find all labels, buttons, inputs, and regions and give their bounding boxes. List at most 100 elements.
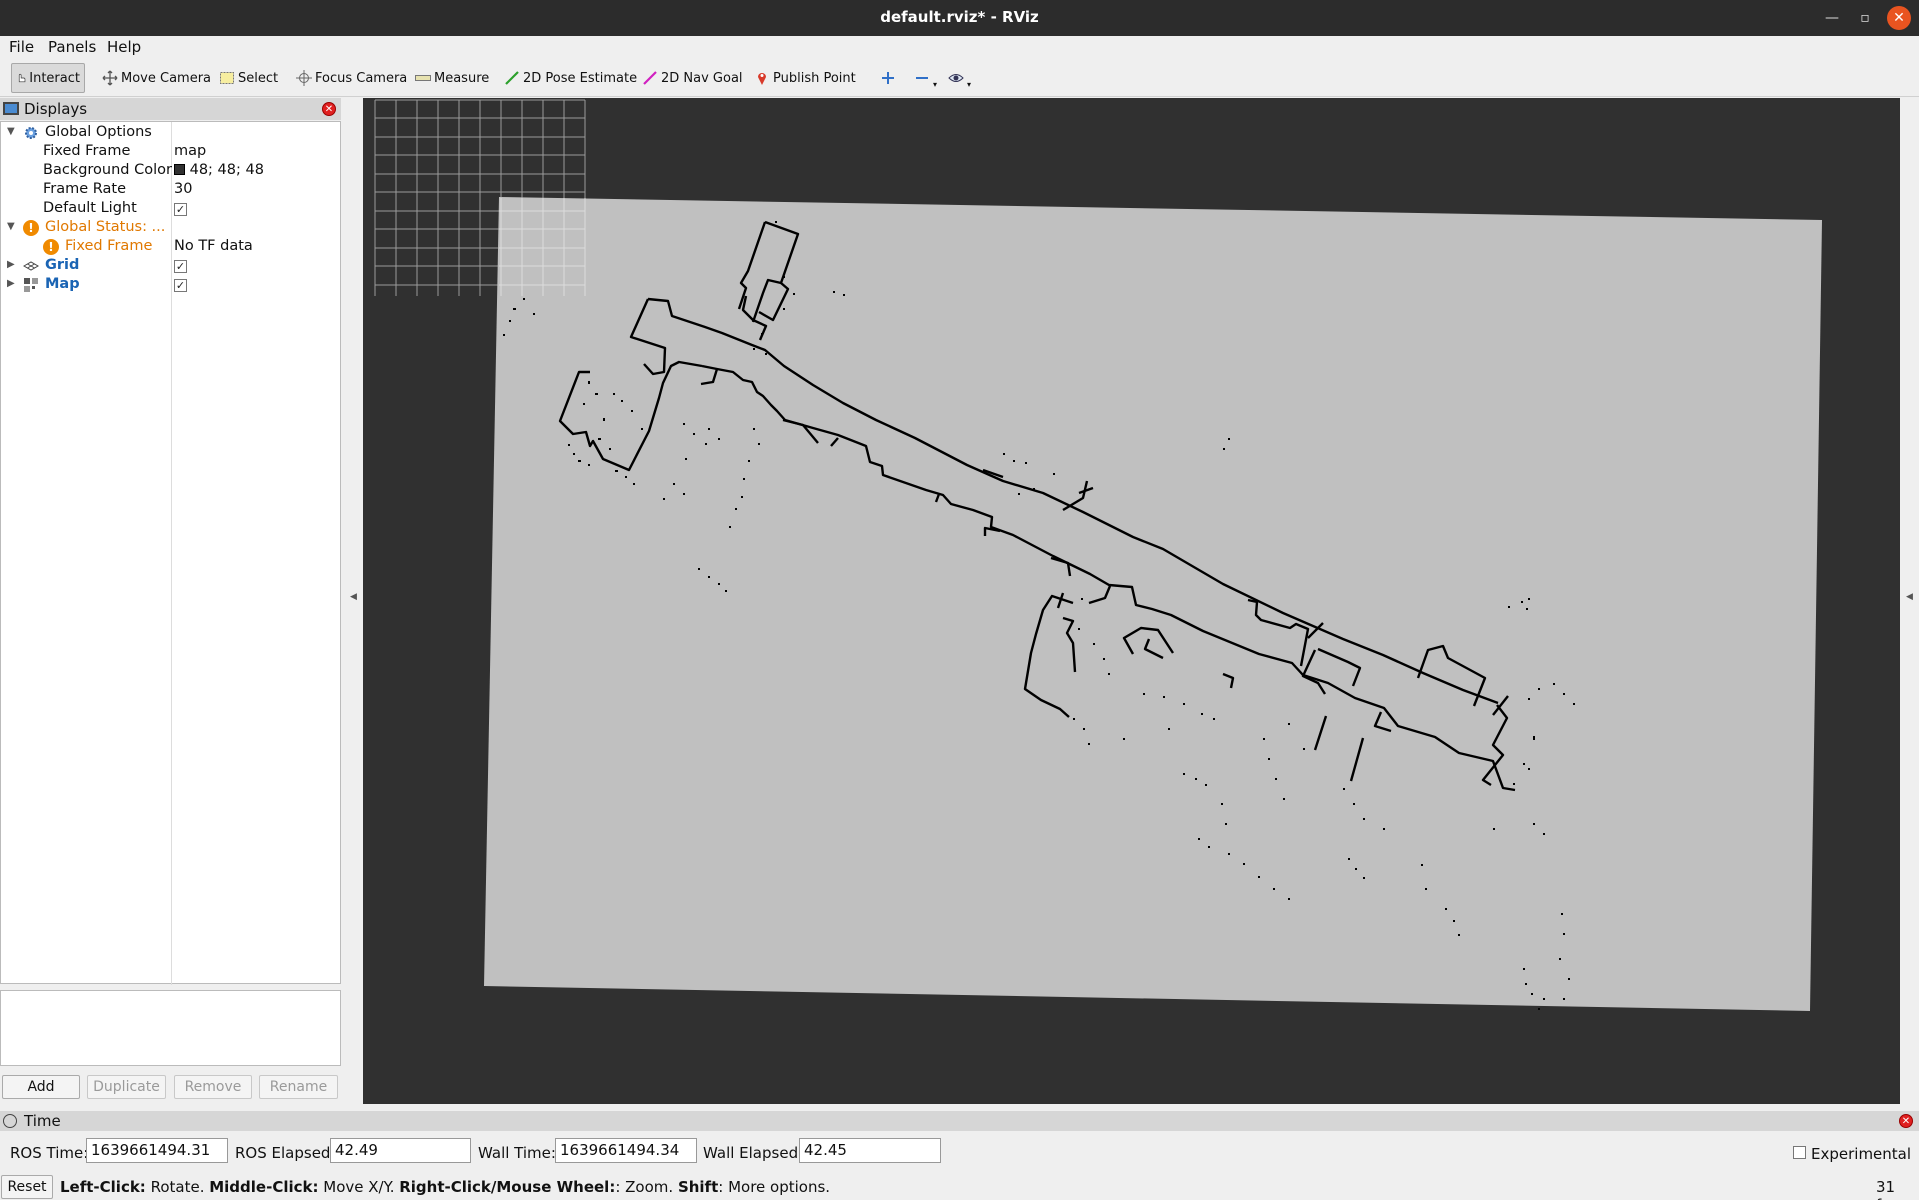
close-panel-icon[interactable]: ✕ bbox=[322, 102, 336, 116]
gear-icon bbox=[25, 127, 37, 139]
fixed-frame-value[interactable]: map bbox=[174, 143, 206, 159]
focus-camera-label: Focus Camera bbox=[315, 70, 408, 86]
wall-time-field[interactable]: 1639661494.34 bbox=[555, 1138, 697, 1163]
plus-icon bbox=[882, 72, 894, 84]
remove-button[interactable]: Remove bbox=[174, 1075, 252, 1099]
remove-tool-button[interactable]: ▾ bbox=[910, 63, 941, 93]
window-title: default.rviz* - RViz bbox=[880, 8, 1039, 26]
displays-tree: ▼ Global Options Fixed Frame map Backgro… bbox=[0, 121, 341, 985]
expand-arrow-icon[interactable]: ▼ bbox=[7, 126, 15, 137]
title-bar: default.rviz* - RViz — ▫ ✕ bbox=[0, 0, 1919, 36]
displays-title: Displays bbox=[24, 100, 88, 118]
rename-button[interactable]: Rename bbox=[259, 1075, 338, 1099]
dropdown-arrow-icon: ▾ bbox=[933, 79, 938, 89]
wall-elapsed-label: Wall Elapsed: bbox=[703, 1144, 804, 1162]
ros-elapsed-field[interactable]: 42.49 bbox=[330, 1138, 471, 1163]
wall-elapsed-field[interactable]: 42.45 bbox=[799, 1138, 941, 1163]
left-splitter[interactable]: ◀ bbox=[342, 98, 362, 1108]
menu-file[interactable]: File bbox=[9, 38, 34, 56]
reset-button[interactable]: Reset bbox=[1, 1175, 53, 1199]
dropdown-arrow-icon: ▾ bbox=[967, 79, 972, 89]
interact-tool-button[interactable]: Interact bbox=[11, 63, 85, 93]
move-camera-tool-button[interactable]: Move Camera bbox=[98, 63, 215, 93]
duplicate-button[interactable]: Duplicate bbox=[87, 1075, 166, 1099]
tree-item-map[interactable]: ▶ Map ✓ bbox=[1, 276, 340, 295]
monitor-icon bbox=[3, 102, 19, 115]
hint-middle-click: Middle-Click: bbox=[209, 1178, 319, 1196]
right-splitter[interactable]: ◀ bbox=[1900, 98, 1919, 1108]
grid-label: Grid bbox=[45, 257, 80, 273]
menu-bar: File Panels Help bbox=[0, 36, 1919, 59]
time-panel-header: Time ✕ bbox=[0, 1111, 1919, 1131]
crosshair-icon bbox=[296, 70, 312, 86]
status-fixed-frame-label: Fixed Frame bbox=[65, 238, 153, 254]
map-pin-icon bbox=[758, 73, 766, 85]
background-color-field[interactable]: 48; 48; 48 bbox=[174, 162, 264, 178]
magenta-arrow-icon bbox=[643, 71, 657, 85]
collapse-arrow-icon[interactable]: ▶ bbox=[7, 259, 15, 270]
warning-icon: ! bbox=[43, 239, 59, 255]
toolbar: Interact Move Camera Select Focus Camera… bbox=[0, 59, 1919, 97]
select-tool-button[interactable]: Select bbox=[215, 63, 282, 93]
default-light-label: Default Light bbox=[43, 200, 137, 216]
close-window-button[interactable]: ✕ bbox=[1887, 6, 1911, 30]
view-tool-button[interactable]: ▾ bbox=[944, 63, 975, 93]
add-button[interactable]: Add bbox=[2, 1075, 80, 1099]
hint-shift-desc: : More options. bbox=[718, 1178, 831, 1196]
grid-checkbox[interactable]: ✓ bbox=[174, 259, 187, 273]
grid-icon bbox=[23, 261, 39, 271]
maximize-button[interactable]: ▫ bbox=[1853, 6, 1877, 30]
background-color-value: 48; 48; 48 bbox=[189, 162, 264, 178]
fps-counter: 31 fps bbox=[1876, 1178, 1899, 1200]
experimental-checkbox[interactable] bbox=[1793, 1146, 1806, 1159]
tree-item-status-fixed-frame[interactable]: ! Fixed Frame No TF data bbox=[1, 238, 340, 257]
publish-point-label: Publish Point bbox=[773, 70, 856, 86]
interact-label: Interact bbox=[29, 70, 80, 86]
tree-item-frame-rate[interactable]: Frame Rate 30 bbox=[1, 181, 340, 200]
pose-estimate-tool-button[interactable]: 2D Pose Estimate bbox=[500, 63, 641, 93]
collapse-right-icon[interactable]: ◀ bbox=[1906, 592, 1913, 602]
select-label: Select bbox=[238, 70, 279, 86]
expand-arrow-icon[interactable]: ▼ bbox=[7, 221, 15, 232]
color-swatch bbox=[174, 164, 185, 175]
map-icon bbox=[24, 278, 38, 292]
hint-right-click-desc: : Zoom. bbox=[615, 1178, 678, 1196]
hint-right-click: Right-Click/Mouse Wheel: bbox=[399, 1178, 616, 1196]
default-light-checkbox[interactable]: ✓ bbox=[174, 202, 187, 216]
tree-item-fixed-frame[interactable]: Fixed Frame map bbox=[1, 143, 340, 162]
hint-shift: Shift bbox=[677, 1178, 719, 1196]
global-options-label: Global Options bbox=[45, 124, 152, 140]
time-panel: ROS Time: 1639661494.31 ROS Elapsed: 42.… bbox=[0, 1133, 1919, 1169]
render-viewport[interactable] bbox=[363, 98, 1900, 1104]
map-render bbox=[374, 99, 1822, 1011]
hand-pointer-icon bbox=[18, 73, 26, 83]
close-time-panel-icon[interactable]: ✕ bbox=[1899, 1114, 1913, 1128]
hint-middle-click-desc: Move X/Y. bbox=[318, 1178, 400, 1196]
map-checkbox[interactable]: ✓ bbox=[174, 278, 187, 292]
tree-item-global-options[interactable]: ▼ Global Options bbox=[1, 124, 340, 143]
time-panel-title: Time bbox=[24, 1112, 61, 1130]
focus-camera-tool-button[interactable]: Focus Camera bbox=[292, 63, 411, 93]
tree-item-grid[interactable]: ▶ Grid ✓ bbox=[1, 257, 340, 276]
measure-tool-button[interactable]: Measure bbox=[411, 63, 493, 93]
frame-rate-label: Frame Rate bbox=[43, 181, 127, 197]
menu-panels[interactable]: Panels bbox=[48, 38, 96, 56]
ros-time-field[interactable]: 1639661494.31 bbox=[86, 1138, 228, 1163]
move-arrows-icon bbox=[102, 70, 118, 86]
eye-icon bbox=[948, 74, 964, 82]
background-color-label: Background Color bbox=[43, 162, 172, 178]
frame-rate-value[interactable]: 30 bbox=[174, 181, 192, 197]
tree-item-background-color[interactable]: Background Color 48; 48; 48 bbox=[1, 162, 340, 181]
fixed-frame-label: Fixed Frame bbox=[43, 143, 131, 159]
nav-goal-tool-button[interactable]: 2D Nav Goal bbox=[638, 63, 747, 93]
pose-estimate-label: 2D Pose Estimate bbox=[523, 70, 638, 86]
menu-help[interactable]: Help bbox=[107, 38, 141, 56]
tree-item-global-status[interactable]: ▼ ! Global Status: ... bbox=[1, 219, 340, 238]
collapse-left-icon[interactable]: ◀ bbox=[350, 592, 357, 602]
minimize-button[interactable]: — bbox=[1820, 6, 1844, 30]
publish-point-tool-button[interactable]: Publish Point bbox=[750, 63, 860, 93]
tree-item-default-light[interactable]: Default Light ✓ bbox=[1, 200, 340, 219]
move-camera-label: Move Camera bbox=[121, 70, 212, 86]
add-tool-button[interactable] bbox=[876, 63, 903, 93]
collapse-arrow-icon[interactable]: ▶ bbox=[7, 278, 15, 289]
